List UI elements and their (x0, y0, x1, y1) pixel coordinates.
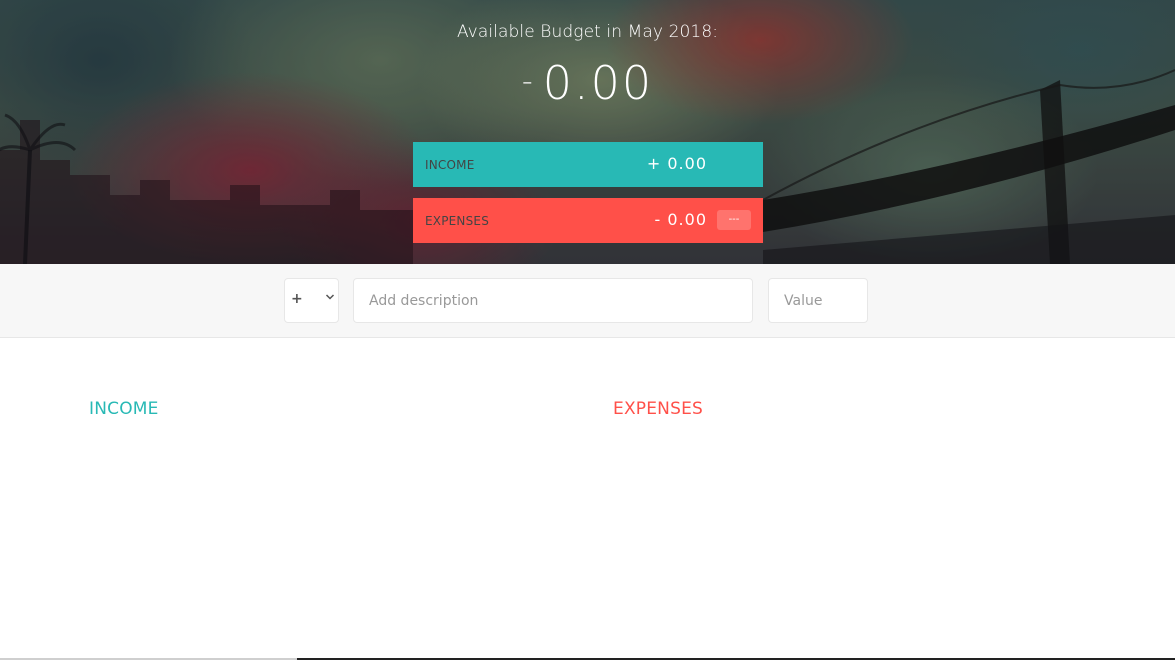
income-summary-label: Income (425, 158, 475, 172)
budget-title: Available Budget in May 2018: (456, 22, 719, 42)
budget-sign: - (521, 64, 535, 99)
expenses-summary-value: - 0.00 (654, 210, 707, 229)
expenses-summary-label: Expenses (425, 214, 490, 228)
budget-header: Available Budget in May 2018: -0.00 Inco… (0, 0, 1175, 264)
value-input[interactable] (768, 278, 868, 323)
expenses-percentage-badge: --- (717, 210, 751, 230)
type-selected-value: + (291, 291, 303, 307)
expenses-summary: Expenses - 0.00 --- (413, 198, 763, 243)
income-list-title: Income (89, 399, 159, 419)
chevron-down-icon (325, 292, 335, 305)
budget-amount: 0.00 (542, 56, 654, 110)
expenses-list-title: Expenses (613, 399, 704, 419)
budget-value: -0.00 (0, 56, 1175, 110)
income-summary-value: + 0.00 (646, 154, 707, 173)
type-select[interactable]: + (284, 278, 339, 323)
add-entry-bar: + (0, 264, 1175, 338)
income-summary: Income + 0.00 (413, 142, 763, 187)
description-input[interactable] (353, 278, 753, 323)
